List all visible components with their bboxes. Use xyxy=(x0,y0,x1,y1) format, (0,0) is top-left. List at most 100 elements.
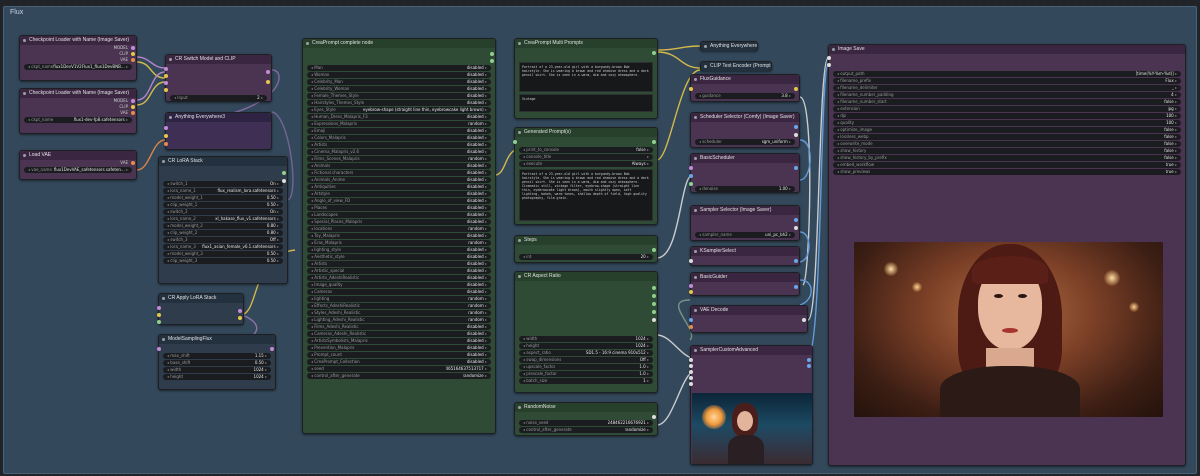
widget-width[interactable]: width 1024 xyxy=(519,336,653,342)
node-title[interactable]: CR LoRA Stack xyxy=(159,157,287,166)
widget-animals-anime[interactable]: Animals_Anime disabled xyxy=(307,177,491,183)
node-title[interactable]: BasicScheduler xyxy=(691,154,799,163)
widget-animals[interactable]: Animals disabled xyxy=(307,163,491,169)
widget-model-weight-1[interactable]: model_weight_1 0.50 xyxy=(163,195,283,201)
widget-input[interactable]: Input2 xyxy=(170,95,267,101)
creaprompt-multi-node[interactable]: CreaPrompt Multi Prompts Portrait of a 2… xyxy=(514,38,658,119)
widget-optimize-image[interactable]: optimize_image false xyxy=(833,127,1181,133)
checkpoint-loader-node-2[interactable]: Checkpoint Loader with Name (Image Saver… xyxy=(19,88,137,134)
switch-model-clip-node[interactable]: CR Switch Model and CLIP Input2 xyxy=(164,54,272,102)
widget-show-history-by-prefix[interactable]: show_history_by_prefix false xyxy=(833,155,1181,161)
widget-artstyle[interactable]: Artstyle disabled xyxy=(307,191,491,197)
widget-switch-2[interactable]: switch_2 On xyxy=(163,209,283,215)
widget-lighting-adeshi-realistic[interactable]: Lighting_Adeshi_Realistic random xyxy=(307,317,491,323)
widget-celebrity-man[interactable]: Celebrity_Man disabled xyxy=(307,79,491,85)
widget-female-themes-style[interactable]: Female_Themes_Style disabled xyxy=(307,93,491,99)
widget-toy-malapris[interactable]: Toy_Malapris disabled xyxy=(307,233,491,239)
widget-human-dress-malapris-f3[interactable]: Human_Dress_Malapris_F3 disabled xyxy=(307,114,491,120)
widget-lora-name-2[interactable]: lora_name_2 xl_hakase_flux_v1.safetensors xyxy=(163,216,283,222)
image-save-node[interactable]: Image Save output_path[time(%Y-%m-%d)]fi… xyxy=(827,44,1186,466)
node-title[interactable]: CR Apply LoRA Stack xyxy=(159,294,243,303)
widget-clip-weight-2[interactable]: clip_weight_2 0.80 xyxy=(163,230,283,236)
widget-films-scenes-malapris[interactable]: Films_Scenes_Malapris random xyxy=(307,156,491,162)
widget-sampler-name[interactable]: sampler_nameuni_pc_bh2 xyxy=(695,232,795,238)
widget-clip-weight-1[interactable]: clip_weight_1 0.50 xyxy=(163,202,283,208)
widget-eyes-style[interactable]: Eyes_Style eyebrow-shape (straight line t… xyxy=(307,107,491,113)
widget-show-previews[interactable]: show_previews true xyxy=(833,169,1181,175)
anything-everywhere-node[interactable]: Anything Everywhere xyxy=(700,41,758,51)
node-title[interactable]: SamplerCustomAdvanced xyxy=(691,346,812,355)
widget-celebrity-woman[interactable]: Celebrity_Woman disabled xyxy=(307,86,491,92)
widget-lighting[interactable]: lighting random xyxy=(307,296,491,302)
steps-node[interactable]: Steps int20 xyxy=(514,235,658,263)
widget-special-places-malapris[interactable]: Special_Places_Malapris disabled xyxy=(307,219,491,225)
node-title[interactable]: Anything Everywhere3 xyxy=(166,113,271,122)
node-title[interactable]: Load VAE xyxy=(20,151,136,160)
random-noise-node[interactable]: RandomNoise noise_seed248462216676921con… xyxy=(514,402,658,436)
widget-swap-dimensions[interactable]: swap_dimensions Off xyxy=(519,357,653,363)
scheduler-selector-node[interactable]: Scheduler Selector (Comfy) (Image Saver)… xyxy=(690,112,800,148)
flux-guidance-node[interactable]: FluxGuidance guidance3.8 xyxy=(689,74,800,102)
widget-guidance[interactable]: guidance3.8 xyxy=(695,93,795,99)
widget-model-weight-2[interactable]: model_weight_2 0.80 xyxy=(163,223,283,229)
widget-ckpt-name[interactable]: ckpt_nameflux1DevV1V2Flux1_flux1DevBNB..… xyxy=(24,64,132,70)
widget-output-path[interactable]: output_path [time(%Y-%m-%d)] xyxy=(833,71,1181,77)
widget-seed[interactable]: seed 465164637513717 xyxy=(307,366,491,372)
node-title[interactable]: FluxGuidance xyxy=(691,75,799,84)
widget-prevention-malapris[interactable]: Prevention_Malapris disabled xyxy=(307,345,491,351)
lora-stack-node[interactable]: CR LoRA Stack switch_1 On lora_name_1 flux_… xyxy=(158,156,288,284)
widget-switch-1[interactable]: switch_1 On xyxy=(163,181,283,187)
widget-denoise[interactable]: denoise1.00 xyxy=(695,186,795,192)
widget-woman[interactable]: Woman disabled xyxy=(307,72,491,78)
widget-artistssymbolists-malapris[interactable]: ArtistsSymbolists_Malapris disabled xyxy=(307,338,491,344)
widget-filename-delimiter[interactable]: filename_delimiter _ xyxy=(833,85,1181,91)
node-title[interactable]: CreaPrompt complete node xyxy=(303,39,495,48)
widget-overwrite-mode[interactable]: overwrite_mode false xyxy=(833,141,1181,147)
widget-ckpt-name[interactable]: ckpt_nameflux1-dev-fp8.safetensors xyxy=(24,117,132,123)
widget-lora-name-3[interactable]: lora_name_3 flux1_asian_female_v0.1.safet… xyxy=(163,244,283,250)
sampler-custom-advanced-node[interactable]: SamplerCustomAdvanced xyxy=(689,345,813,465)
node-title[interactable]: KSamplerSelect xyxy=(691,247,799,256)
apply-lora-stack-node[interactable]: CR Apply LoRA Stack xyxy=(157,293,244,325)
widget-switch-3[interactable]: switch_3 Off xyxy=(163,237,283,243)
widget-films-adeshi-realistic[interactable]: Films_Adeshi_Realistic disabled xyxy=(307,324,491,330)
node-title[interactable]: CLIP Text Encoder (Prompt) xyxy=(701,62,771,71)
widget-base-shift[interactable]: base_shift 0.50 xyxy=(163,360,271,366)
widget-upscale-factor[interactable]: upscale_factor 1.0 xyxy=(519,364,653,370)
node-title[interactable]: CR Switch Model and CLIP xyxy=(166,55,271,64)
widget-artists-adeshirealistic[interactable]: Artists_AdeshiRealistic disabled xyxy=(307,275,491,281)
creaprompt-complete-node[interactable]: CreaPrompt complete node MandisabledWoma… xyxy=(302,38,496,434)
widget-emoji[interactable]: Emoji disabled xyxy=(307,128,491,134)
widget-cameras-adeshi-realistic[interactable]: Cameras_Adeshi_Realistic disabled xyxy=(307,331,491,337)
widget-dpi[interactable]: dpi 100 xyxy=(833,113,1181,119)
widget-angle-of-view-fd[interactable]: Angle_of_view_FD disabled xyxy=(307,198,491,204)
widget-cinema-malapris-v2-6[interactable]: Cinema_Malapris_v2.6 disabled xyxy=(307,149,491,155)
prompt-textarea[interactable]: Portrait of a 23-year-old girl with a bu… xyxy=(519,62,653,92)
node-title[interactable]: CreaPrompt Multi Prompts xyxy=(515,39,657,48)
aspect-ratio-node[interactable]: CR Aspect Ratio width1024height1024aspec… xyxy=(514,271,658,393)
widget-eras-malapris[interactable]: Eras_Malapris random xyxy=(307,240,491,246)
widget-filename-prefix[interactable]: filename_prefix Flux xyxy=(833,78,1181,84)
widget-aesthetic-style[interactable]: Aesthetic_style disabled xyxy=(307,254,491,260)
sampler-selector-node[interactable]: Sampler Selector (Image Saver) sampler_n… xyxy=(690,205,800,241)
widget-width[interactable]: width 1024 xyxy=(163,367,271,373)
prompt-textarea-2[interactable]: Vintage xyxy=(519,94,653,112)
widget-places[interactable]: Places disabled xyxy=(307,205,491,211)
model-sampling-flux-node[interactable]: ModelSamplingFlux max_shift1.15base_shif… xyxy=(157,334,276,390)
widget-height[interactable]: height 1024 xyxy=(519,343,653,349)
widget-show-history[interactable]: show_history false xyxy=(833,148,1181,154)
widget-cameras[interactable]: Cameras disabled xyxy=(307,289,491,295)
widget-colors-malapris[interactable]: Colors_Malapris disabled xyxy=(307,135,491,141)
widget-vae-name[interactable]: vae_nameflux1DevVAE_safetensors.safeten.… xyxy=(24,167,132,173)
node-title[interactable]: VAE Decode xyxy=(691,306,807,315)
ksampler-select-node[interactable]: KSamplerSelect xyxy=(689,246,800,266)
node-title[interactable]: Checkpoint Loader with Name (Image Saver… xyxy=(20,36,136,45)
widget-print-to-console[interactable]: print_to_console false xyxy=(519,147,653,153)
widget-effects-adeshirealistic[interactable]: Effects_AdeshiRealistic random xyxy=(307,303,491,309)
widget-hairstyles-themes-style[interactable]: Hairstyles_Themes_Style disabled xyxy=(307,100,491,106)
widget-artists[interactable]: Artists disabled xyxy=(307,261,491,267)
node-title[interactable]: Steps xyxy=(515,236,657,245)
node-title[interactable]: Checkpoint Loader with Name (Image Saver… xyxy=(20,89,136,98)
widget-batch-size[interactable]: batch_size 1 xyxy=(519,378,653,384)
widget-filename-number-start[interactable]: filename_number_start false xyxy=(833,99,1181,105)
